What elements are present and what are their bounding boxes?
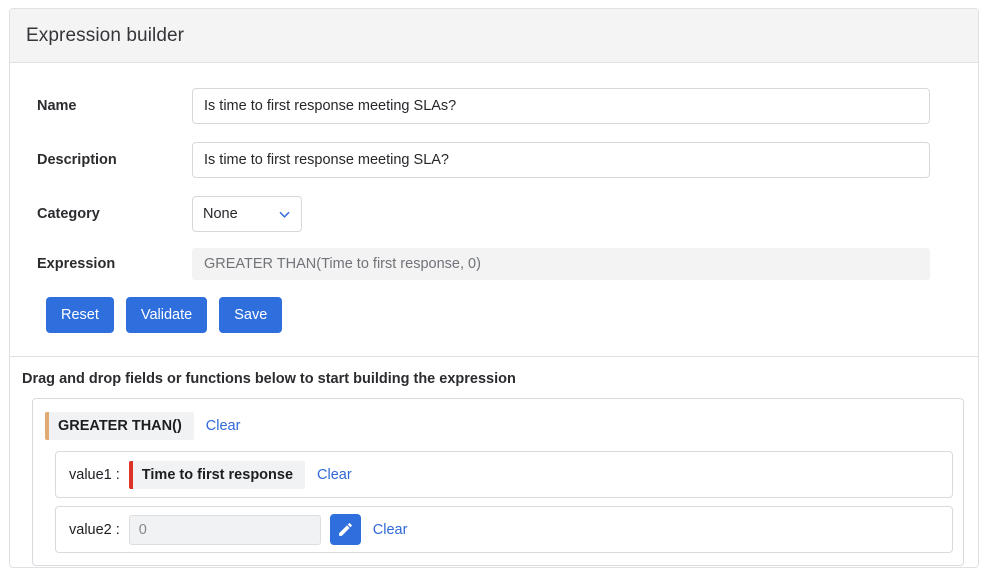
category-select-wrap: None (192, 196, 302, 232)
function-chip[interactable]: GREATER THAN() (45, 412, 194, 440)
page-title: Expression builder (26, 24, 185, 46)
form-row-expression: Expression (10, 245, 978, 283)
save-button[interactable]: Save (219, 297, 283, 333)
reset-button[interactable]: Reset (46, 297, 114, 333)
argument-row-value2: value2 : Clear (55, 506, 953, 553)
expression-builder-page: Expression builder Name Description Cate… (0, 0, 999, 577)
argument-row-value1: value1 : Time to first response Clear (55, 451, 953, 498)
function-clear-link[interactable]: Clear (206, 418, 241, 434)
value2-edit-button[interactable] (329, 514, 361, 545)
value2-label: value2 : (69, 521, 120, 538)
value1-clear-link[interactable]: Clear (317, 467, 352, 483)
form-row-name: Name (10, 83, 978, 129)
expression-builder-card: Expression builder Name Description Cate… (9, 8, 979, 568)
value1-label: value1 : (69, 466, 120, 483)
form-row-category: Category None (10, 191, 978, 237)
function-header: GREATER THAN() Clear (45, 411, 951, 441)
category-select[interactable]: None (192, 196, 302, 232)
drag-drop-heading: Drag and drop fields or functions below … (22, 371, 516, 387)
value1-field-chip[interactable]: Time to first response (128, 460, 306, 489)
card-header: Expression builder (10, 9, 978, 63)
expression-form: Name Description Category None (10, 63, 978, 357)
value2-clear-link[interactable]: Clear (373, 522, 408, 538)
drag-drop-section: Drag and drop fields or functions below … (10, 357, 978, 566)
value2-input[interactable] (128, 514, 321, 545)
pencil-icon (338, 523, 352, 536)
description-label: Description (37, 152, 117, 168)
validate-button[interactable]: Validate (125, 297, 208, 333)
name-label: Name (37, 98, 77, 114)
category-selected-value: None (203, 206, 238, 222)
name-input[interactable] (192, 88, 930, 124)
category-label: Category (37, 206, 100, 222)
description-input[interactable] (192, 142, 930, 178)
form-actions: Reset Validate Save (10, 297, 978, 333)
expression-drop-area[interactable]: GREATER THAN() Clear value1 : Time to fi… (32, 398, 964, 566)
expression-label: Expression (37, 256, 116, 272)
form-row-description: Description (10, 137, 978, 183)
expression-output-input (192, 248, 930, 280)
